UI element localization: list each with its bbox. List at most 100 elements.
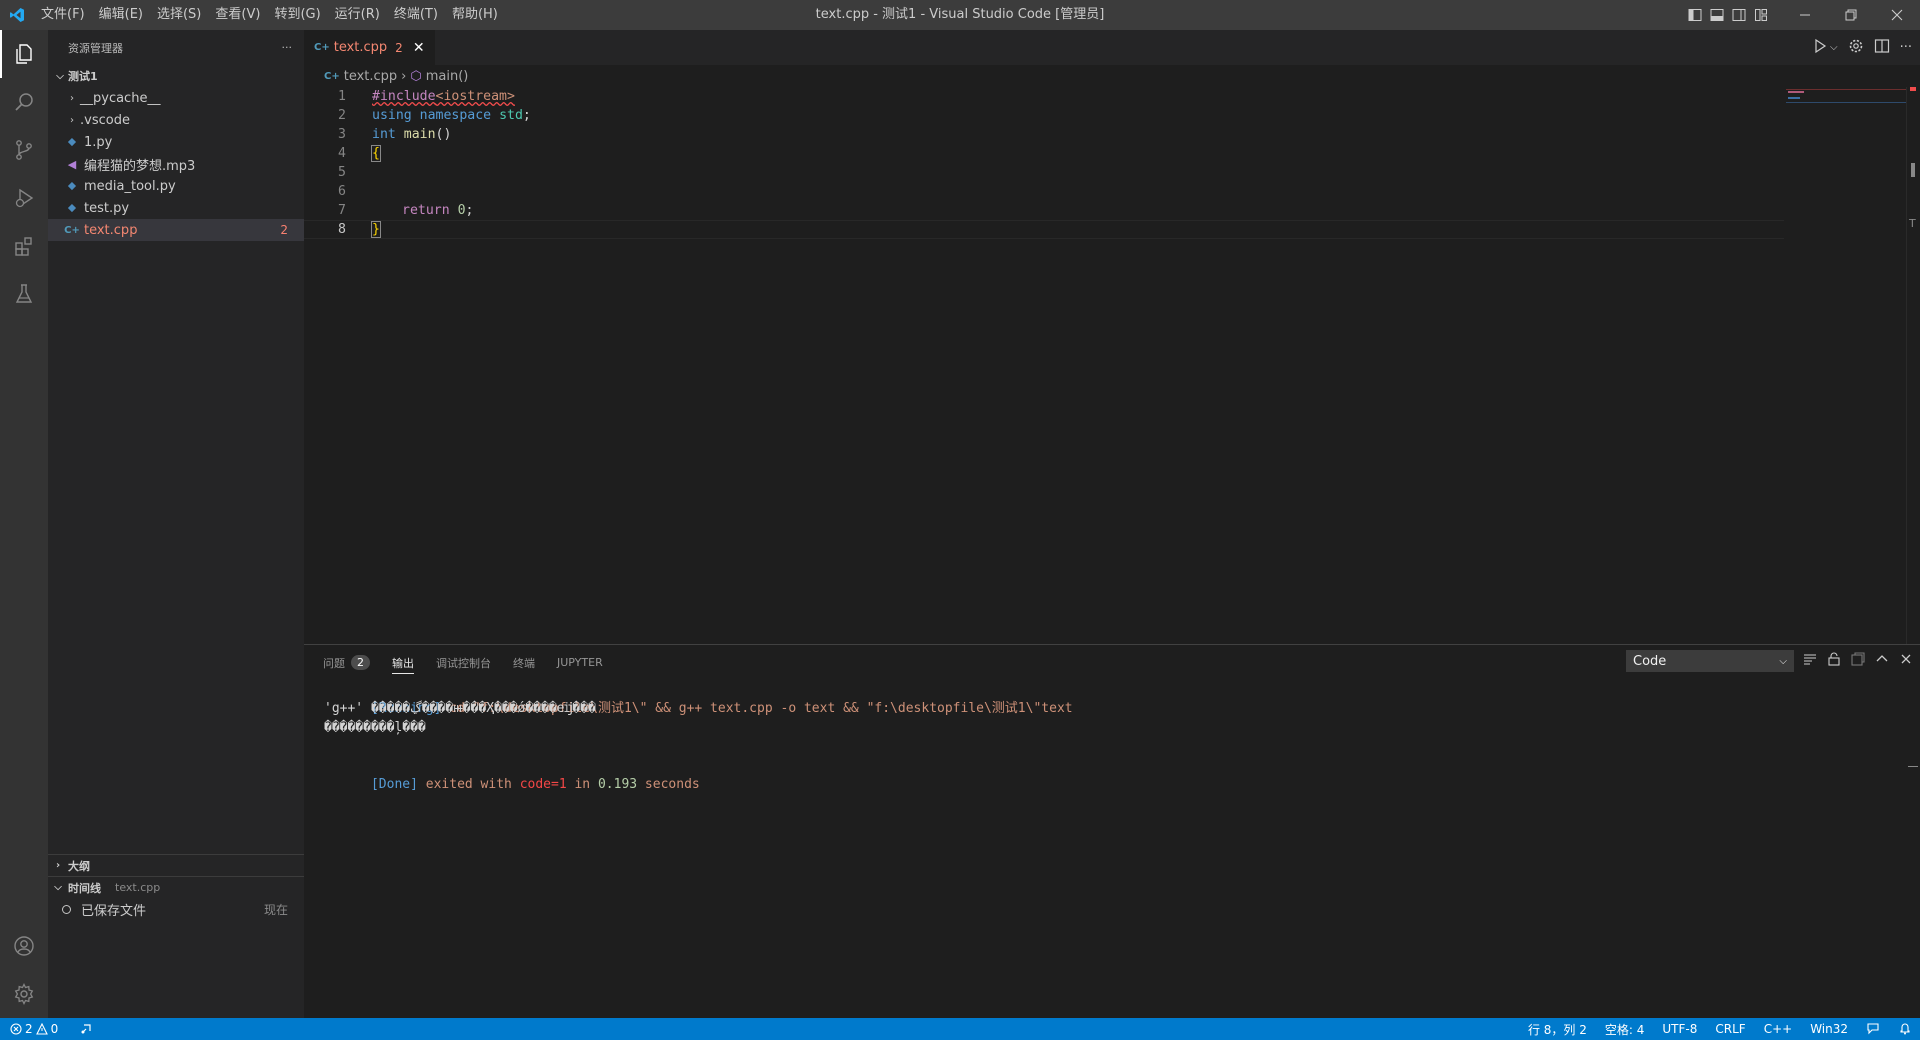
tab-terminal[interactable]: 终端 xyxy=(513,645,535,680)
title-bar: 文件(F) 编辑(E) 选择(S) 查看(V) 转到(G) 运行(R) 终端(T… xyxy=(0,0,1920,30)
end-of-line[interactable]: CRLF xyxy=(1715,1022,1745,1036)
platform[interactable]: Win32 xyxy=(1810,1022,1848,1036)
line-number: 1 xyxy=(338,89,346,104)
close-panel-icon[interactable] xyxy=(1898,651,1914,671)
notifications-bell-icon[interactable] xyxy=(1898,1021,1912,1038)
output-channel-select[interactable]: Code ⌵ xyxy=(1626,650,1794,672)
tree-item-media-tool[interactable]: ⬥ media_tool.py xyxy=(48,175,304,197)
line-number: 4 xyxy=(338,146,346,161)
outline-section-header[interactable]: › 大纲 xyxy=(48,854,304,876)
code-line: 2 using namespace std; xyxy=(304,106,1784,125)
menu-help[interactable]: 帮助(H) xyxy=(445,0,505,30)
output-duration: 0.193 xyxy=(597,777,638,792)
tab-terminal-label: 终端 xyxy=(513,656,535,670)
settings-gear-icon[interactable] xyxy=(1848,38,1864,58)
code-token: ; xyxy=(465,203,474,218)
language-mode[interactable]: C++ xyxy=(1764,1022,1793,1036)
close-tab-icon[interactable]: ✕ xyxy=(413,40,425,56)
encoding[interactable]: UTF-8 xyxy=(1662,1022,1697,1036)
close-window-icon[interactable] xyxy=(1874,0,1920,30)
warning-icon xyxy=(35,1023,48,1035)
lock-scroll-icon[interactable] xyxy=(1826,651,1842,671)
timeline-file: text.cpp xyxy=(115,881,161,894)
status-bar: 2 0 行 8，列 2 空格: 4 UTF-8 CRLF C++ Win32 xyxy=(0,1018,1920,1040)
toggle-panel-icon[interactable] xyxy=(1706,0,1728,30)
cursor-position[interactable]: 行 8，列 2 xyxy=(1528,1021,1587,1038)
output-line: ���������ļ��� xyxy=(324,720,426,735)
editor-tabs: C+ text.cpp 2 ✕ ⌵ ··· xyxy=(304,30,1920,65)
chevron-right-icon: › xyxy=(70,92,74,104)
customize-layout-icon[interactable] xyxy=(1750,0,1772,30)
extensions-icon[interactable] xyxy=(0,222,48,270)
tree-item-pycache[interactable]: › __pycache__ xyxy=(48,87,304,109)
run-code-icon[interactable] xyxy=(1812,38,1828,58)
search-icon[interactable] xyxy=(0,78,48,126)
feedback-icon[interactable] xyxy=(1866,1021,1880,1038)
tree-item-mp3[interactable]: ◀ 编程猫的梦想.mp3 xyxy=(48,153,304,175)
clear-output-icon[interactable] xyxy=(1802,651,1818,671)
tree-item-vscode[interactable]: › .vscode xyxy=(48,109,304,131)
tab-output-label: 输出 xyxy=(392,656,414,670)
tree-item-1py[interactable]: ⬥ 1.py xyxy=(48,131,304,153)
cpp-file-icon: C+ xyxy=(324,70,340,82)
tab-text-cpp[interactable]: C+ text.cpp 2 ✕ xyxy=(304,30,435,65)
panel-scrollbar[interactable] xyxy=(1906,680,1920,1018)
menu-view[interactable]: 查看(V) xyxy=(208,0,267,30)
code-token: <iostream> xyxy=(435,89,515,104)
menu-go[interactable]: 转到(G) xyxy=(267,0,327,30)
explorer-files-icon[interactable] xyxy=(0,30,48,78)
vscode-logo-icon xyxy=(0,0,34,30)
minimize-icon[interactable] xyxy=(1782,0,1828,30)
timeline-entry[interactable]: 已保存文件 现在 xyxy=(48,898,304,920)
menu-edit[interactable]: 编辑(E) xyxy=(92,0,150,30)
more-actions-icon[interactable]: ··· xyxy=(282,41,293,54)
run-dropdown-chevron-icon[interactable]: ⌵ xyxy=(1830,42,1838,53)
code-editor[interactable]: 1 #include<iostream> 2 using namespace s… xyxy=(304,87,1784,644)
tab-debug-console-label: 调试控制台 xyxy=(436,656,491,670)
split-editor-icon[interactable] xyxy=(1874,38,1890,58)
more-actions-icon[interactable]: ··· xyxy=(1900,40,1912,55)
code-token: main xyxy=(403,127,436,142)
breadcrumb-file[interactable]: text.cpp xyxy=(344,69,397,84)
minimap[interactable] xyxy=(1786,87,1906,644)
python-file-icon: ⬥ xyxy=(68,179,76,192)
testing-icon[interactable] xyxy=(0,270,48,318)
output-line: 'g++' �����ڲ����ⲿ���Ҳ���ǿ����еĳ��� xyxy=(324,701,596,716)
tree-item-label: media_tool.py xyxy=(84,178,176,194)
toggle-secondary-sidebar-icon[interactable] xyxy=(1728,0,1750,30)
output-done-tag: [Done] xyxy=(370,777,418,792)
account-icon[interactable] xyxy=(0,922,48,970)
live-share-icon[interactable] xyxy=(80,1021,94,1038)
source-control-icon[interactable] xyxy=(0,126,48,174)
errors-status[interactable]: 2 0 xyxy=(10,1022,58,1036)
open-in-editor-icon[interactable] xyxy=(1850,651,1866,671)
code-line: 5 xyxy=(304,163,1784,182)
toggle-primary-sidebar-icon[interactable] xyxy=(1684,0,1706,30)
tree-item-textcpp[interactable]: C+ text.cpp 2 xyxy=(48,219,304,241)
workspace-root[interactable]: ⌵ 测试1 xyxy=(48,65,304,87)
chevron-down-icon: ⌵ xyxy=(1779,655,1787,667)
tab-problems[interactable]: 问题 2 xyxy=(323,645,370,680)
menu-terminal[interactable]: 终端(T) xyxy=(387,0,445,30)
output-view[interactable]: [Running] cd "f:\desktopfile\测试1\" && g+… xyxy=(304,680,1920,792)
tab-output[interactable]: 输出 xyxy=(392,645,414,680)
line-number: 7 xyxy=(338,203,346,218)
menu-file[interactable]: 文件(F) xyxy=(34,0,92,30)
menu-selection[interactable]: 选择(S) xyxy=(150,0,208,30)
tab-jupyter[interactable]: JUPYTER xyxy=(557,645,603,680)
manage-gear-icon[interactable] xyxy=(0,970,48,1018)
menu-run[interactable]: 运行(R) xyxy=(328,0,387,30)
output-text: seconds xyxy=(637,777,700,792)
error-icon xyxy=(10,1023,22,1035)
run-debug-icon[interactable] xyxy=(0,174,48,222)
tab-debug-console[interactable]: 调试控制台 xyxy=(436,645,491,680)
restore-icon[interactable] xyxy=(1828,0,1874,30)
indentation[interactable]: 空格: 4 xyxy=(1605,1021,1645,1038)
maximize-panel-icon[interactable] xyxy=(1874,651,1890,671)
breadcrumb-symbol[interactable]: main() xyxy=(426,69,469,84)
tree-item-testpy[interactable]: ⬥ test.py xyxy=(48,197,304,219)
timeline-section-header[interactable]: ⌵ 时间线 text.cpp xyxy=(48,876,304,898)
cpp-file-icon: C+ xyxy=(64,224,80,236)
editor-scrollbar[interactable]: T xyxy=(1906,87,1920,644)
